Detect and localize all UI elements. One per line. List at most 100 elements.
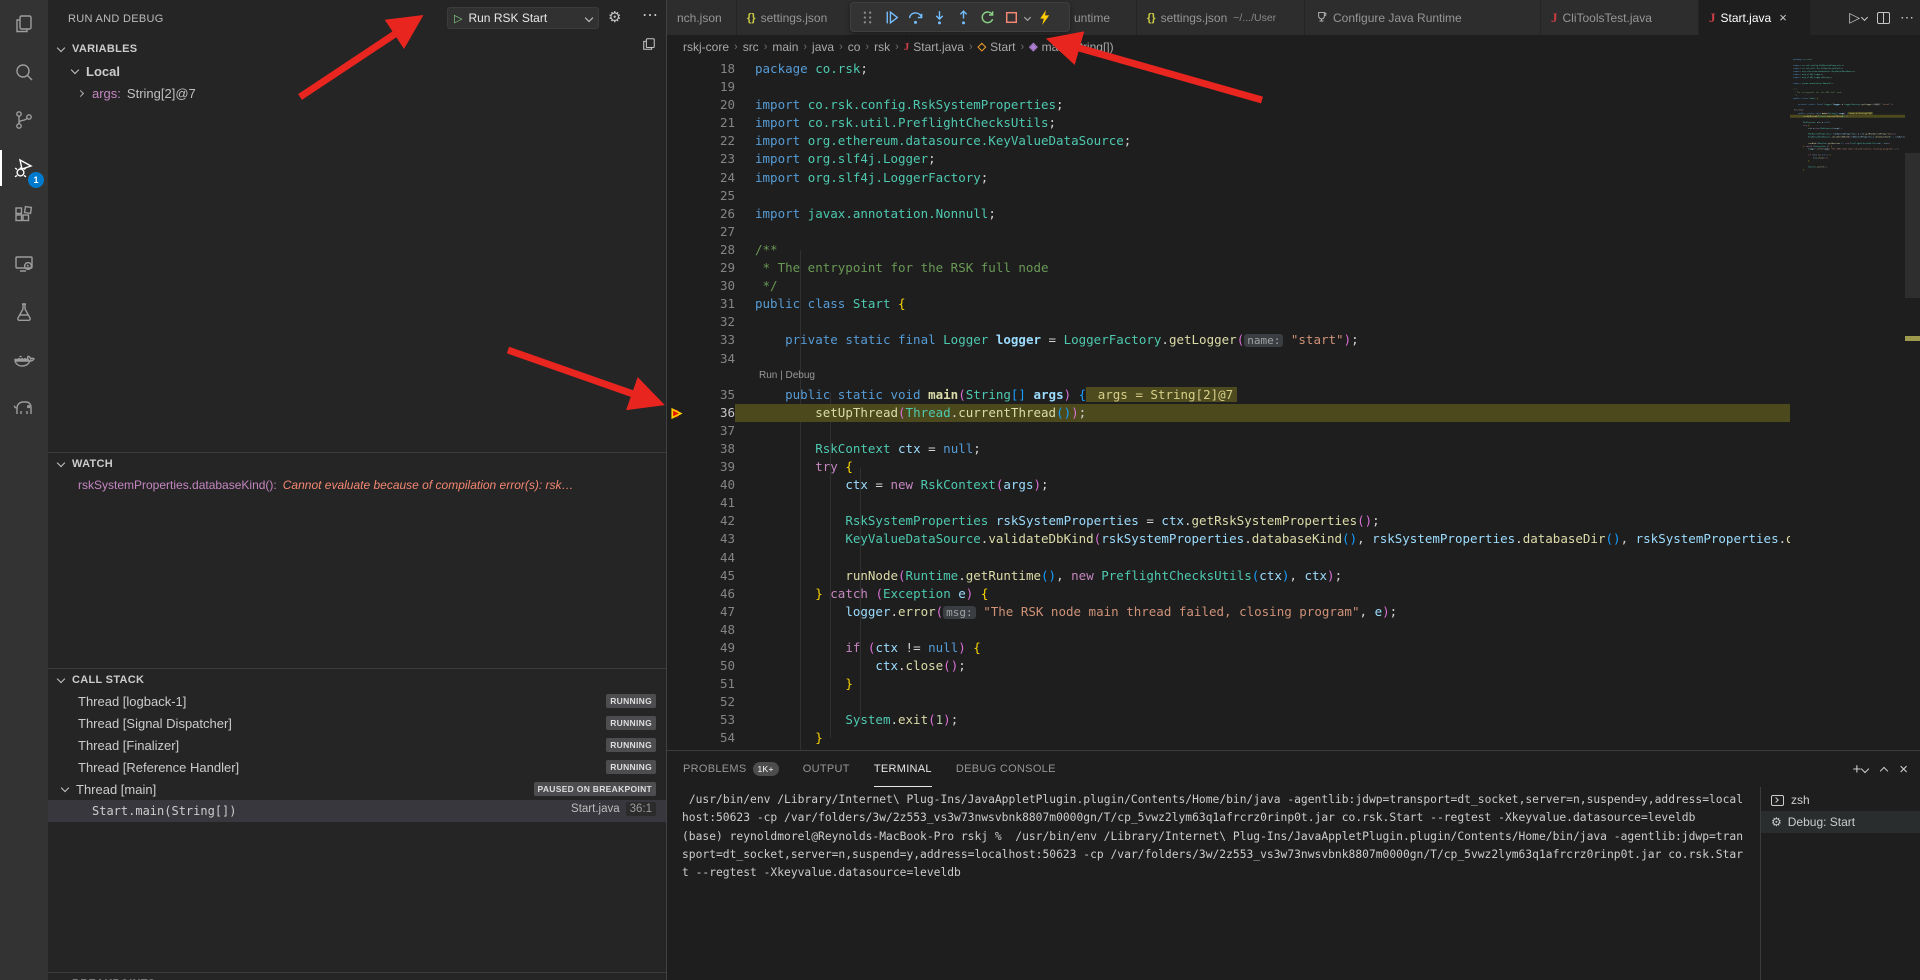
breadcrumb-item-main-string-[interactable]: ◈main(String[]) (1029, 40, 1114, 54)
code-line-54[interactable]: 54 } (667, 729, 1790, 747)
code-line-40[interactable]: 40 ctx = new RskContext(args); (667, 476, 1790, 494)
code-line-21[interactable]: 21import co.rsk.util.PreflightChecksUtil… (667, 114, 1790, 132)
terminal-list-item-zsh[interactable]: zsh (1761, 789, 1920, 811)
code-line-30[interactable]: 30 */ (667, 277, 1790, 295)
code-line-27[interactable]: 27 (667, 223, 1790, 241)
code-line-44[interactable]: 44 (667, 549, 1790, 567)
activitybar-item-testing[interactable] (0, 288, 48, 336)
gear-icon[interactable]: ⚙ (608, 8, 621, 26)
code-line-52[interactable]: 52 (667, 693, 1790, 711)
code-line-29[interactable]: 29 * The entrypoint for the RSK full nod… (667, 259, 1790, 277)
code-line-24[interactable]: 24import org.slf4j.LoggerFactory; (667, 169, 1790, 187)
close-panel-icon[interactable]: × (1899, 761, 1908, 778)
tab-settings.json[interactable]: {}settings.json~/.../User (1137, 0, 1305, 35)
code-line-37[interactable]: 37 (667, 422, 1790, 440)
close-icon[interactable]: × (1779, 10, 1787, 25)
more-actions-icon[interactable]: ⋯ (1900, 9, 1914, 26)
call-stack-thread[interactable]: Thread [main]PAUSED ON BREAKPOINT (48, 778, 666, 800)
step-over-icon[interactable] (903, 5, 927, 29)
activitybar-item-remote-explorer[interactable] (0, 240, 48, 288)
code-line-34[interactable]: 34 (667, 350, 1790, 368)
paused-breakpoint-icon[interactable] (667, 404, 687, 422)
editor-scrollbar[interactable] (1905, 58, 1920, 750)
chevron-down-icon[interactable] (1024, 13, 1031, 20)
split-editor-icon[interactable] (1877, 12, 1890, 24)
breadcrumb-item-co[interactable]: co (848, 40, 861, 54)
panel-tab-problems[interactable]: PROBLEMS1K+ (683, 751, 779, 787)
code-line-22[interactable]: 22import org.ethereum.datasource.KeyValu… (667, 132, 1790, 150)
code-line-54[interactable]: 54 } (1790, 168, 1905, 171)
code-line-38[interactable]: 38 RskContext ctx = null; (667, 440, 1790, 458)
breadcrumb-item-rsk[interactable]: rsk (874, 40, 890, 54)
code-line-39[interactable]: 39 try { (667, 458, 1790, 476)
restart-icon[interactable] (975, 5, 999, 29)
breadcrumb-item-start[interactable]: ◇Start (978, 40, 1016, 54)
hot-code-replace-icon[interactable] (1032, 5, 1056, 29)
activitybar-item-explorer[interactable] (0, 0, 48, 48)
code-line-49[interactable]: 49 if (ctx != null) { (667, 639, 1790, 657)
call-stack-thread[interactable]: Thread [Reference Handler]RUNNING (48, 756, 666, 778)
maximize-panel-icon[interactable] (1880, 764, 1887, 774)
step-out-icon[interactable] (951, 5, 975, 29)
codelens-run-debug[interactable]: Run | Debug (667, 368, 1790, 386)
code-line-43[interactable]: 43 KeyValueDataSource.validateDbKind(rsk… (667, 530, 1790, 548)
call-stack-thread[interactable]: Thread [logback-1]RUNNING (48, 690, 666, 712)
tab-clitoolstest.java[interactable]: JCliToolsTest.java (1541, 0, 1699, 35)
watch-section-header[interactable]: WATCH (48, 452, 666, 474)
panel-tab-debug-console[interactable]: DEBUG CONSOLE (956, 751, 1056, 787)
terminal-list-item-debug-start[interactable]: ⚙Debug: Start (1761, 811, 1920, 833)
code-line-46[interactable]: 46 } catch (Exception e) { (667, 585, 1790, 603)
continue-icon[interactable] (879, 5, 903, 29)
step-into-icon[interactable] (927, 5, 951, 29)
code-line-36[interactable]: 36 setUpThread(Thread.currentThread()); (667, 404, 1790, 422)
variables-section-header[interactable]: VARIABLES (48, 38, 666, 60)
activitybar-item-docker[interactable] (0, 336, 48, 384)
code-line-26[interactable]: 26import javax.annotation.Nonnull; (667, 205, 1790, 223)
panel-tab-output[interactable]: OUTPUT (803, 751, 850, 787)
code-line-28[interactable]: 28/** (667, 241, 1790, 259)
stop-icon[interactable] (999, 5, 1023, 29)
scrollbar-thumb[interactable] (1905, 153, 1920, 298)
code-line-53[interactable]: 53 System.exit(1); (667, 711, 1790, 729)
code-line-50[interactable]: 50 ctx.close(); (667, 657, 1790, 675)
activitybar-item-source-control[interactable] (0, 96, 48, 144)
breadcrumb-item-start.java[interactable]: JStart.java (904, 40, 964, 54)
terminal-output[interactable]: /usr/bin/env /Library/Internet\ Plug-Ins… (682, 791, 1757, 882)
breadcrumb-item-src[interactable]: src (743, 40, 759, 54)
minimap[interactable]: 18package co.rsk;1920import co.rsk.confi… (1790, 58, 1905, 750)
call-stack-thread[interactable]: Thread [Finalizer]RUNNING (48, 734, 666, 756)
code-line-19[interactable]: 19 (667, 78, 1790, 96)
code-line-25[interactable]: 25 (667, 187, 1790, 205)
code-line-42[interactable]: 42 RskSystemProperties rskSystemProperti… (667, 512, 1790, 530)
more-actions-icon[interactable]: ⋯ (642, 5, 659, 25)
variables-scope-local[interactable]: Local (48, 60, 666, 82)
variable-args[interactable]: args: String[2]@7 (48, 82, 666, 104)
activitybar-item-run-and-debug[interactable]: 1 (0, 144, 48, 192)
code-line-51[interactable]: 51 } (667, 675, 1790, 693)
drag-grip-icon[interactable] (855, 5, 879, 29)
call-stack-frame-selected[interactable]: Start.main(String[])Start.java36:1 (48, 800, 666, 822)
breadcrumb-item-rskj-core[interactable]: rskj-core (683, 40, 729, 54)
code-line-20[interactable]: 20import co.rsk.config.RskSystemProperti… (667, 96, 1790, 114)
code-line-31[interactable]: 31public class Start { (667, 295, 1790, 313)
activitybar-item-search[interactable] (0, 48, 48, 96)
launch-config-dropdown[interactable]: ▷ Run RSK Start (447, 7, 599, 29)
tab-start.java[interactable]: JStart.java× (1699, 0, 1811, 35)
code-line-23[interactable]: 23import org.slf4j.Logger; (667, 150, 1790, 168)
code-line-32[interactable]: 32 (667, 313, 1790, 331)
tab-configure-java-runtime[interactable]: Configure Java Runtime (1305, 0, 1541, 35)
activitybar-item-extensions[interactable] (0, 192, 48, 240)
code-line-45[interactable]: 45 runNode(Runtime.getRuntime(), new Pre… (667, 567, 1790, 585)
activitybar-item-gradle[interactable] (0, 384, 48, 432)
breakpoints-section-header[interactable]: BREAKPOINTS (48, 972, 666, 980)
tab-nch.json[interactable]: nch.json (667, 0, 737, 35)
breadcrumb-item-java[interactable]: java (812, 40, 834, 54)
panel-tab-terminal[interactable]: TERMINAL (874, 751, 932, 787)
new-terminal-button[interactable]: + (1852, 761, 1868, 778)
code-line-33[interactable]: 33 private static final Logger logger = … (667, 331, 1790, 349)
code-line-41[interactable]: 41 (667, 494, 1790, 512)
code-editor[interactable]: 18package co.rsk;1920import co.rsk.confi… (667, 58, 1920, 750)
call-stack-section-header[interactable]: CALL STACK (48, 668, 666, 690)
breadcrumb-item-main[interactable]: main (772, 40, 798, 54)
call-stack-thread[interactable]: Thread [Signal Dispatcher]RUNNING (48, 712, 666, 734)
